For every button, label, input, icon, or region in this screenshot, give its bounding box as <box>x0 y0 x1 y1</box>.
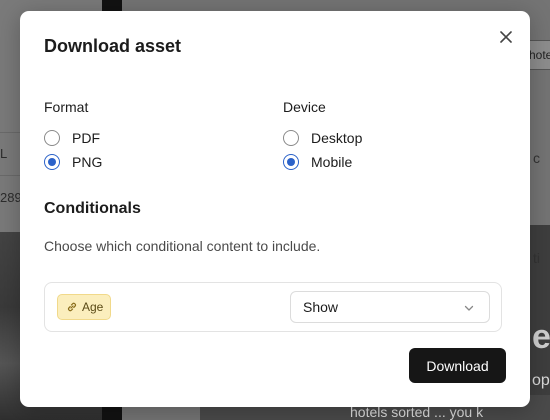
format-option-png[interactable]: PNG <box>44 154 102 170</box>
radio-button[interactable] <box>44 130 60 146</box>
device-label: Device <box>283 99 326 115</box>
device-option-desktop[interactable]: Desktop <box>283 130 362 146</box>
tag-label: Age <box>82 300 104 314</box>
link-icon <box>66 301 78 313</box>
backdrop-text: 289 <box>0 190 22 205</box>
age-tag: Age <box>57 294 112 320</box>
radio-label: Mobile <box>311 154 353 170</box>
radio-button-selected[interactable] <box>283 154 299 170</box>
conditional-row: Age Show <box>44 282 502 332</box>
backdrop-text: er <box>532 318 550 356</box>
format-option-pdf[interactable]: PDF <box>44 130 100 146</box>
radio-label: Desktop <box>311 130 363 146</box>
radio-button-selected[interactable] <box>44 154 60 170</box>
radio-label: PDF <box>72 130 100 146</box>
backdrop-text: ti <box>533 250 540 266</box>
device-option-mobile[interactable]: Mobile <box>283 154 352 170</box>
radio-label: PNG <box>72 154 103 170</box>
radio-button[interactable] <box>283 130 299 146</box>
download-button[interactable]: Download <box>409 348 506 383</box>
format-label: Format <box>44 99 89 115</box>
download-asset-dialog: Download asset Format PDF PNG Device Des… <box>20 11 530 407</box>
dialog-title: Download asset <box>44 36 182 56</box>
select-value: Show <box>303 299 339 315</box>
conditionals-title: Conditionals <box>44 200 141 217</box>
close-button[interactable] <box>494 25 518 49</box>
conditionals-description: Choose which conditional content to incl… <box>44 238 321 254</box>
backdrop-text: opic <box>532 372 550 389</box>
backdrop-text: L <box>0 146 8 161</box>
close-icon <box>500 31 512 43</box>
chevron-down-icon <box>464 305 474 311</box>
backdrop-text: c <box>533 150 540 166</box>
visibility-select[interactable]: Show <box>290 291 490 323</box>
